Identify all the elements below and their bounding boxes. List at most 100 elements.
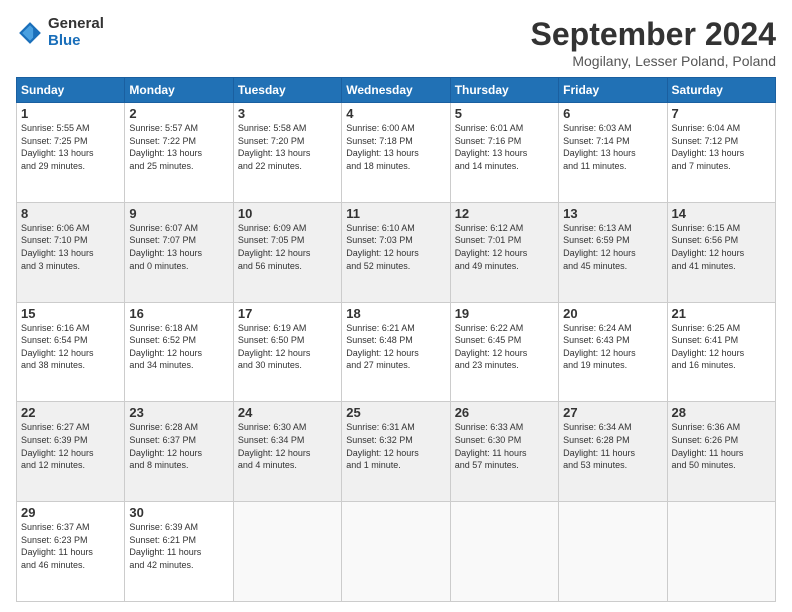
table-cell xyxy=(342,502,450,602)
col-thursday: Thursday xyxy=(450,78,558,103)
logo-blue: Blue xyxy=(48,33,104,50)
day-number: 30 xyxy=(129,505,228,520)
table-cell: 23Sunrise: 6:28 AM Sunset: 6:37 PM Dayli… xyxy=(125,402,233,502)
table-cell: 7Sunrise: 6:04 AM Sunset: 7:12 PM Daylig… xyxy=(667,103,775,203)
col-sunday: Sunday xyxy=(17,78,125,103)
day-number: 3 xyxy=(238,106,337,121)
table-cell: 15Sunrise: 6:16 AM Sunset: 6:54 PM Dayli… xyxy=(17,302,125,402)
table-cell: 1Sunrise: 5:55 AM Sunset: 7:25 PM Daylig… xyxy=(17,103,125,203)
table-cell: 16Sunrise: 6:18 AM Sunset: 6:52 PM Dayli… xyxy=(125,302,233,402)
table-cell: 24Sunrise: 6:30 AM Sunset: 6:34 PM Dayli… xyxy=(233,402,341,502)
day-number: 10 xyxy=(238,206,337,221)
day-info: Sunrise: 6:27 AM Sunset: 6:39 PM Dayligh… xyxy=(21,421,120,471)
logo-text: General Blue xyxy=(48,16,104,49)
day-info: Sunrise: 6:04 AM Sunset: 7:12 PM Dayligh… xyxy=(672,122,771,172)
day-number: 19 xyxy=(455,306,554,321)
day-info: Sunrise: 6:28 AM Sunset: 6:37 PM Dayligh… xyxy=(129,421,228,471)
day-number: 22 xyxy=(21,405,120,420)
day-info: Sunrise: 6:34 AM Sunset: 6:28 PM Dayligh… xyxy=(563,421,662,471)
day-info: Sunrise: 6:15 AM Sunset: 6:56 PM Dayligh… xyxy=(672,222,771,272)
table-cell: 19Sunrise: 6:22 AM Sunset: 6:45 PM Dayli… xyxy=(450,302,558,402)
header-row: Sunday Monday Tuesday Wednesday Thursday… xyxy=(17,78,776,103)
calendar-page: General Blue September 2024 Mogilany, Le… xyxy=(0,0,792,612)
table-cell: 11Sunrise: 6:10 AM Sunset: 7:03 PM Dayli… xyxy=(342,202,450,302)
table-cell: 14Sunrise: 6:15 AM Sunset: 6:56 PM Dayli… xyxy=(667,202,775,302)
day-number: 5 xyxy=(455,106,554,121)
table-cell: 29Sunrise: 6:37 AM Sunset: 6:23 PM Dayli… xyxy=(17,502,125,602)
table-cell: 6Sunrise: 6:03 AM Sunset: 7:14 PM Daylig… xyxy=(559,103,667,203)
day-number: 1 xyxy=(21,106,120,121)
day-number: 21 xyxy=(672,306,771,321)
day-info: Sunrise: 6:31 AM Sunset: 6:32 PM Dayligh… xyxy=(346,421,445,471)
table-cell xyxy=(233,502,341,602)
calendar-table: Sunday Monday Tuesday Wednesday Thursday… xyxy=(16,77,776,602)
day-info: Sunrise: 6:21 AM Sunset: 6:48 PM Dayligh… xyxy=(346,322,445,372)
table-row: 22Sunrise: 6:27 AM Sunset: 6:39 PM Dayli… xyxy=(17,402,776,502)
table-cell: 17Sunrise: 6:19 AM Sunset: 6:50 PM Dayli… xyxy=(233,302,341,402)
col-tuesday: Tuesday xyxy=(233,78,341,103)
day-number: 26 xyxy=(455,405,554,420)
day-info: Sunrise: 6:06 AM Sunset: 7:10 PM Dayligh… xyxy=(21,222,120,272)
day-info: Sunrise: 6:19 AM Sunset: 6:50 PM Dayligh… xyxy=(238,322,337,372)
day-number: 29 xyxy=(21,505,120,520)
day-number: 16 xyxy=(129,306,228,321)
logo-icon xyxy=(16,19,44,47)
day-number: 11 xyxy=(346,206,445,221)
table-cell: 13Sunrise: 6:13 AM Sunset: 6:59 PM Dayli… xyxy=(559,202,667,302)
table-cell: 4Sunrise: 6:00 AM Sunset: 7:18 PM Daylig… xyxy=(342,103,450,203)
table-cell xyxy=(559,502,667,602)
day-info: Sunrise: 6:00 AM Sunset: 7:18 PM Dayligh… xyxy=(346,122,445,172)
day-number: 2 xyxy=(129,106,228,121)
day-number: 20 xyxy=(563,306,662,321)
day-number: 12 xyxy=(455,206,554,221)
day-info: Sunrise: 6:18 AM Sunset: 6:52 PM Dayligh… xyxy=(129,322,228,372)
day-info: Sunrise: 6:39 AM Sunset: 6:21 PM Dayligh… xyxy=(129,521,228,571)
day-number: 27 xyxy=(563,405,662,420)
day-number: 8 xyxy=(21,206,120,221)
day-info: Sunrise: 6:12 AM Sunset: 7:01 PM Dayligh… xyxy=(455,222,554,272)
col-saturday: Saturday xyxy=(667,78,775,103)
table-cell xyxy=(667,502,775,602)
table-cell: 22Sunrise: 6:27 AM Sunset: 6:39 PM Dayli… xyxy=(17,402,125,502)
month-title: September 2024 xyxy=(531,16,776,53)
table-cell: 10Sunrise: 6:09 AM Sunset: 7:05 PM Dayli… xyxy=(233,202,341,302)
day-info: Sunrise: 6:07 AM Sunset: 7:07 PM Dayligh… xyxy=(129,222,228,272)
logo-general: General xyxy=(48,16,104,33)
table-cell: 8Sunrise: 6:06 AM Sunset: 7:10 PM Daylig… xyxy=(17,202,125,302)
title-section: September 2024 Mogilany, Lesser Poland, … xyxy=(531,16,776,69)
day-number: 9 xyxy=(129,206,228,221)
table-cell: 26Sunrise: 6:33 AM Sunset: 6:30 PM Dayli… xyxy=(450,402,558,502)
day-info: Sunrise: 6:09 AM Sunset: 7:05 PM Dayligh… xyxy=(238,222,337,272)
col-wednesday: Wednesday xyxy=(342,78,450,103)
day-number: 13 xyxy=(563,206,662,221)
day-info: Sunrise: 6:25 AM Sunset: 6:41 PM Dayligh… xyxy=(672,322,771,372)
table-row: 1Sunrise: 5:55 AM Sunset: 7:25 PM Daylig… xyxy=(17,103,776,203)
table-cell: 28Sunrise: 6:36 AM Sunset: 6:26 PM Dayli… xyxy=(667,402,775,502)
day-number: 15 xyxy=(21,306,120,321)
day-info: Sunrise: 6:37 AM Sunset: 6:23 PM Dayligh… xyxy=(21,521,120,571)
day-info: Sunrise: 6:36 AM Sunset: 6:26 PM Dayligh… xyxy=(672,421,771,471)
day-number: 24 xyxy=(238,405,337,420)
day-number: 7 xyxy=(672,106,771,121)
location: Mogilany, Lesser Poland, Poland xyxy=(531,53,776,69)
table-cell xyxy=(450,502,558,602)
col-monday: Monday xyxy=(125,78,233,103)
table-row: 15Sunrise: 6:16 AM Sunset: 6:54 PM Dayli… xyxy=(17,302,776,402)
table-cell: 27Sunrise: 6:34 AM Sunset: 6:28 PM Dayli… xyxy=(559,402,667,502)
table-cell: 21Sunrise: 6:25 AM Sunset: 6:41 PM Dayli… xyxy=(667,302,775,402)
day-number: 28 xyxy=(672,405,771,420)
day-number: 6 xyxy=(563,106,662,121)
day-info: Sunrise: 6:24 AM Sunset: 6:43 PM Dayligh… xyxy=(563,322,662,372)
day-info: Sunrise: 6:16 AM Sunset: 6:54 PM Dayligh… xyxy=(21,322,120,372)
table-cell: 5Sunrise: 6:01 AM Sunset: 7:16 PM Daylig… xyxy=(450,103,558,203)
table-cell: 30Sunrise: 6:39 AM Sunset: 6:21 PM Dayli… xyxy=(125,502,233,602)
table-row: 8Sunrise: 6:06 AM Sunset: 7:10 PM Daylig… xyxy=(17,202,776,302)
table-cell: 9Sunrise: 6:07 AM Sunset: 7:07 PM Daylig… xyxy=(125,202,233,302)
table-cell: 2Sunrise: 5:57 AM Sunset: 7:22 PM Daylig… xyxy=(125,103,233,203)
logo: General Blue xyxy=(16,16,104,49)
header: General Blue September 2024 Mogilany, Le… xyxy=(16,16,776,69)
table-row: 29Sunrise: 6:37 AM Sunset: 6:23 PM Dayli… xyxy=(17,502,776,602)
col-friday: Friday xyxy=(559,78,667,103)
table-cell: 20Sunrise: 6:24 AM Sunset: 6:43 PM Dayli… xyxy=(559,302,667,402)
table-cell: 12Sunrise: 6:12 AM Sunset: 7:01 PM Dayli… xyxy=(450,202,558,302)
